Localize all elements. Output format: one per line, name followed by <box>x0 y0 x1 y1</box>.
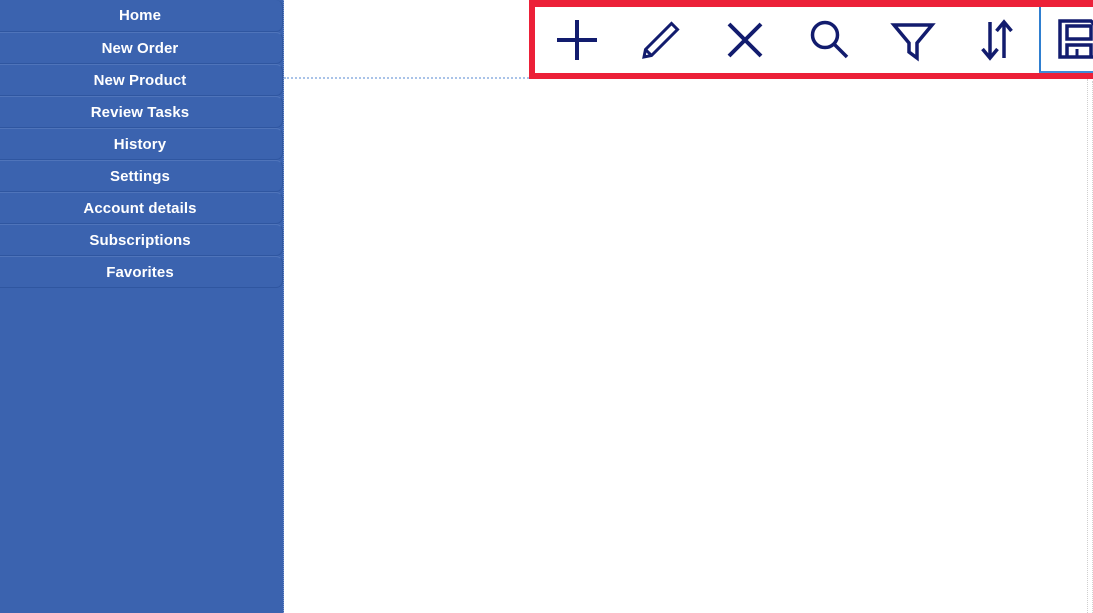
sidebar-item-account-details[interactable]: Account details <box>0 192 283 224</box>
sidebar: Home New Order New Product Review Tasks … <box>0 0 284 613</box>
edit-button[interactable] <box>619 7 703 73</box>
sidebar-item-label: Favorites <box>106 264 174 281</box>
sidebar-item-label: History <box>113 136 167 153</box>
app-window: Home New Order New Product Review Tasks … <box>0 0 1093 613</box>
sidebar-item-new-product[interactable]: New Product <box>0 64 283 96</box>
close-x-icon <box>722 17 768 63</box>
sidebar-item-label: New Order <box>101 40 179 57</box>
sidebar-nav-list: Home New Order New Product Review Tasks … <box>0 0 284 288</box>
add-button[interactable] <box>535 7 619 73</box>
plus-icon <box>554 17 600 63</box>
sidebar-item-history[interactable]: History <box>0 128 283 160</box>
sidebar-item-label: Review Tasks <box>90 104 190 121</box>
sidebar-item-new-order[interactable]: New Order <box>0 32 283 64</box>
sidebar-item-label: Home <box>118 7 162 24</box>
search-button[interactable] <box>787 7 871 73</box>
search-icon <box>806 17 852 63</box>
sidebar-item-subscriptions[interactable]: Subscriptions <box>0 224 283 256</box>
sidebar-item-home[interactable]: Home <box>0 0 283 32</box>
delete-button[interactable] <box>703 7 787 73</box>
save-floppy-icon <box>1055 15 1093 63</box>
sidebar-item-settings[interactable]: Settings <box>0 160 283 192</box>
sidebar-item-label: Account details <box>83 200 197 217</box>
filter-button[interactable] <box>871 7 955 73</box>
main-content-area <box>284 0 1093 613</box>
toolbar <box>529 0 1093 79</box>
filter-funnel-icon <box>890 17 936 63</box>
sidebar-item-label: Settings <box>110 168 170 185</box>
pencil-icon <box>638 17 684 63</box>
sort-button[interactable] <box>955 7 1039 73</box>
sidebar-item-label: New Product <box>93 72 187 89</box>
sort-arrows-icon <box>974 17 1020 63</box>
sidebar-item-label: Subscriptions <box>89 232 191 249</box>
sidebar-item-review-tasks[interactable]: Review Tasks <box>0 96 283 128</box>
right-edge-divider <box>1087 79 1088 613</box>
save-button[interactable] <box>1039 7 1093 73</box>
content-body-panel <box>284 81 1093 613</box>
sidebar-item-favorites[interactable]: Favorites <box>0 256 283 288</box>
